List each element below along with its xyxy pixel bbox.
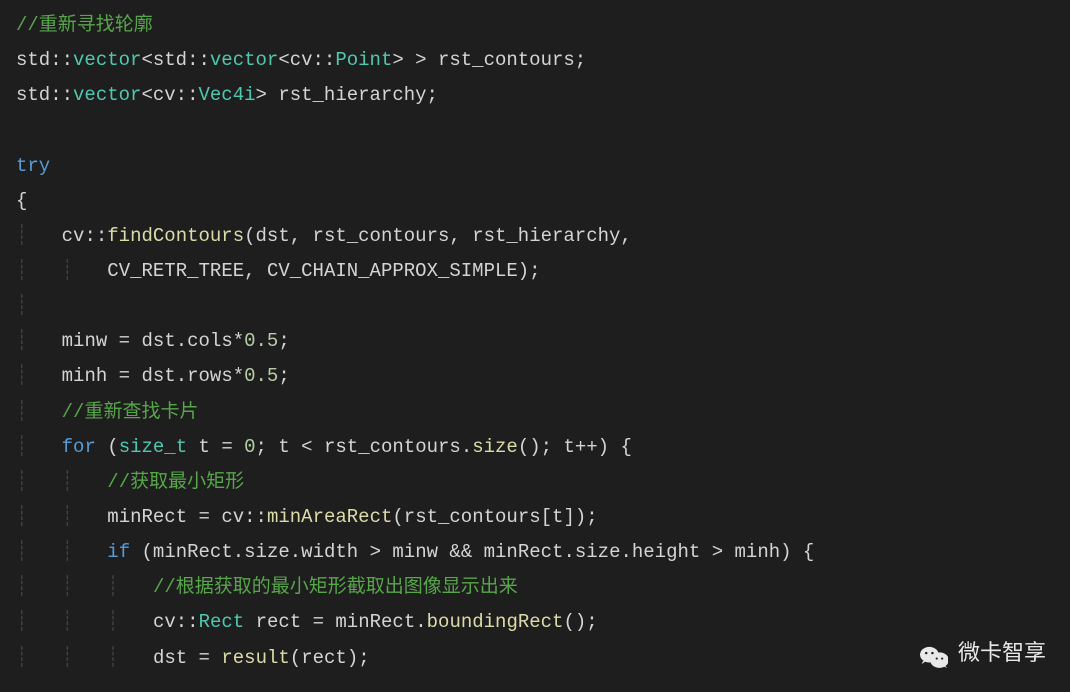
comment: //根据获取的最小矩形截取出图像显示出来	[153, 576, 518, 598]
code-line: try	[16, 149, 1070, 184]
code-line: ┊	[16, 289, 1070, 324]
comment: //重新查找卡片	[62, 401, 199, 423]
code-line: {	[16, 184, 1070, 219]
code-line: ┊ ┊ if (minRect.size.width > minw && min…	[16, 535, 1070, 570]
code-line: ┊ ┊ minRect = cv::minAreaRect(rst_contou…	[16, 500, 1070, 535]
code-line: ┊ cv::findContours(dst, rst_contours, rs…	[16, 219, 1070, 254]
code-line: ┊ minw = dst.cols*0.5;	[16, 324, 1070, 359]
code-line: ┊ ┊ //获取最小矩形	[16, 465, 1070, 500]
code-line	[16, 113, 1070, 148]
code-editor: //重新寻找轮廓 std::vector<std::vector<cv::Poi…	[16, 8, 1070, 676]
code-line: ┊ ┊ ┊ dst = result(rect);	[16, 641, 1070, 676]
code-line: //重新寻找轮廓	[16, 8, 1070, 43]
wechat-icon	[920, 642, 948, 666]
code-line: ┊ for (size_t t = 0; t < rst_contours.si…	[16, 430, 1070, 465]
code-line: ┊ ┊ CV_RETR_TREE, CV_CHAIN_APPROX_SIMPLE…	[16, 254, 1070, 289]
code-line: std::vector<cv::Vec4i> rst_hierarchy;	[16, 78, 1070, 113]
code-line: ┊ //重新查找卡片	[16, 395, 1070, 430]
comment: //获取最小矩形	[107, 471, 244, 493]
code-line: ┊ ┊ ┊ //根据获取的最小矩形截取出图像显示出来	[16, 570, 1070, 605]
watermark: 微卡智享	[920, 633, 1046, 674]
watermark-text: 微卡智享	[958, 633, 1046, 674]
code-line: ┊ minh = dst.rows*0.5;	[16, 359, 1070, 394]
code-line: std::vector<std::vector<cv::Point> > rst…	[16, 43, 1070, 78]
comment: //重新寻找轮廓	[16, 14, 153, 36]
code-line: ┊ ┊ ┊ cv::Rect rect = minRect.boundingRe…	[16, 605, 1070, 640]
